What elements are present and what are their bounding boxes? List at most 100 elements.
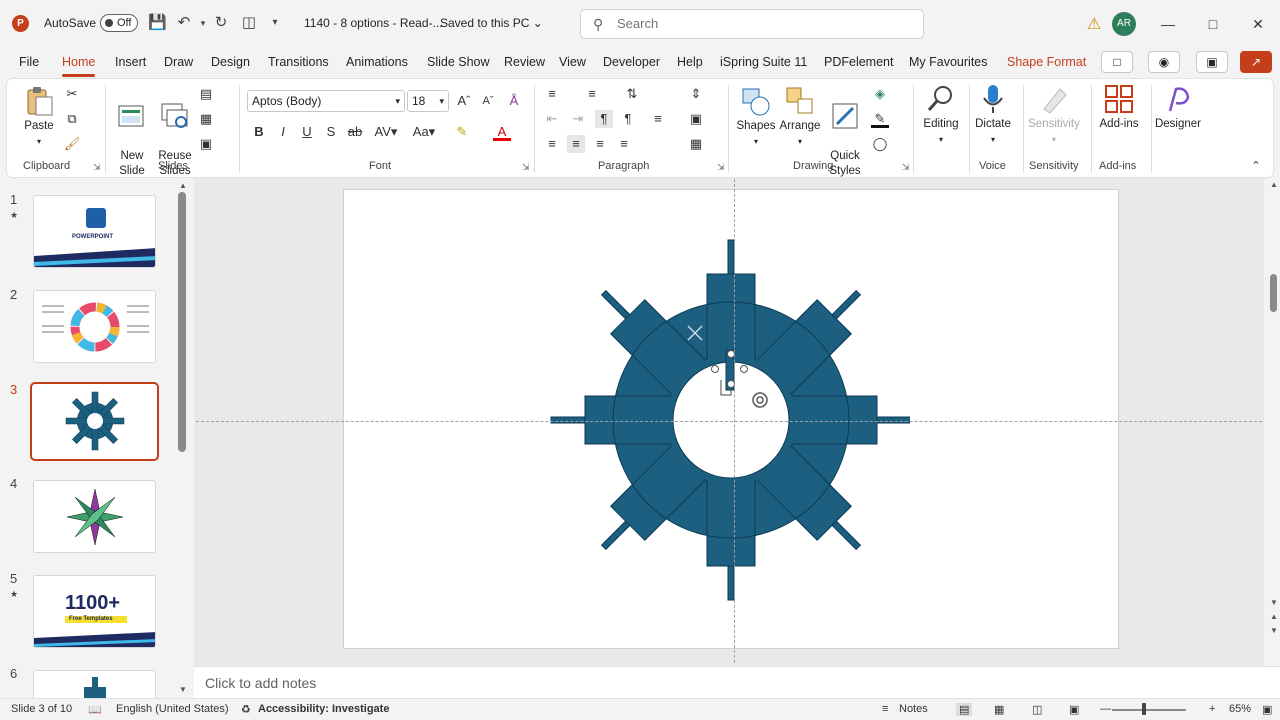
text-direction-icon[interactable]: ⇕ <box>687 85 705 103</box>
reset-icon[interactable]: ▦ <box>197 110 215 128</box>
minimize-button[interactable]: — <box>1156 12 1180 36</box>
format-painter-icon[interactable]: 🖌 <box>63 135 81 153</box>
slide-thumbnail-4[interactable] <box>33 480 156 553</box>
shadow-icon[interactable]: S <box>322 123 340 141</box>
font-name-select[interactable]: Aptos (Body) ▾ <box>247 90 405 112</box>
tab-help[interactable]: Help <box>677 55 703 69</box>
italic-icon[interactable]: I <box>274 123 292 141</box>
tab-ispring[interactable]: iSpring Suite 11 <box>720 55 807 69</box>
ltr-icon[interactable]: ¶ <box>619 110 637 128</box>
font-color-icon[interactable]: A <box>493 123 511 141</box>
reading-view-icon[interactable]: ◫ <box>1032 703 1042 716</box>
collapse-ribbon-icon[interactable]: ⌃ <box>1247 157 1265 175</box>
dictate-button[interactable]: Dictate ▾ <box>973 83 1013 147</box>
comments-button[interactable]: □ <box>1101 51 1133 73</box>
tab-file[interactable]: File <box>19 55 39 69</box>
tab-draw[interactable]: Draw <box>164 55 193 69</box>
tab-view[interactable]: View <box>559 55 586 69</box>
strikethrough-icon[interactable]: ab <box>346 123 364 141</box>
bullets-icon[interactable]: ≡ <box>543 85 561 103</box>
saved-status[interactable]: Saved to this PC ⌄ <box>440 16 543 30</box>
previous-slide-icon[interactable]: ▲ <box>1270 612 1278 621</box>
align-right-icon[interactable]: ≡ <box>591 135 609 153</box>
customize-toolbar-icon[interactable]: ▾ <box>266 14 284 32</box>
sensitivity-button[interactable]: Sensitivity ▾ <box>1027 83 1081 147</box>
font-launcher-icon[interactable]: ⇲ <box>522 162 530 173</box>
language-status[interactable]: English (United States) <box>116 703 229 715</box>
justify-icon[interactable]: ≡ <box>615 135 633 153</box>
slide-sorter-icon[interactable]: ▦ <box>994 703 1004 716</box>
tab-my-favourites[interactable]: My Favourites <box>909 55 988 69</box>
redo-icon[interactable]: ↻ <box>212 14 230 32</box>
slideshow-icon[interactable]: ▣ <box>1069 703 1079 716</box>
accessibility-icon[interactable]: ♻ <box>241 703 251 716</box>
layout-icon[interactable]: ▤ <box>197 85 215 103</box>
rtl-icon[interactable]: ¶ <box>595 110 613 128</box>
bold-icon[interactable]: B <box>250 123 268 141</box>
notes-icon[interactable]: ≡ <box>882 703 888 715</box>
shape-fill-icon[interactable]: ◈ <box>871 85 889 103</box>
tab-animations[interactable]: Animations <box>346 55 408 69</box>
underline-icon[interactable]: U <box>298 123 316 141</box>
increase-indent-icon[interactable]: ⇥ <box>569 110 587 128</box>
slide-thumbnail-3[interactable] <box>30 382 159 461</box>
record-button[interactable]: ◉ <box>1148 51 1180 73</box>
undo-dropdown-icon[interactable]: ▾ <box>194 14 212 32</box>
shape-outline-icon[interactable]: ✎ <box>871 110 889 128</box>
add-ins-button[interactable]: Add-ins <box>1095 83 1143 132</box>
numbering-icon[interactable]: ≡ <box>583 85 601 103</box>
thumbnail-scrollbar[interactable] <box>178 192 186 452</box>
align-center-icon[interactable]: ≡ <box>567 135 585 153</box>
clipboard-launcher-icon[interactable]: ⇲ <box>93 162 101 173</box>
scroll-up-icon[interactable]: ▲ <box>179 181 187 190</box>
change-case-icon[interactable]: Aa▾ <box>410 123 438 141</box>
highlight-icon[interactable]: ✎ <box>453 123 471 141</box>
tab-design[interactable]: Design <box>211 55 250 69</box>
paste-button[interactable]: Paste ▾ <box>19 85 59 149</box>
editor-scrollbar[interactable]: ▲ ▼ ▲ ▼ <box>1268 178 1280 666</box>
align-text-icon[interactable]: ▣ <box>687 110 705 128</box>
font-size-select[interactable]: 18 ▾ <box>407 90 449 112</box>
zoom-in-icon[interactable]: + <box>1209 703 1215 715</box>
increase-font-icon[interactable]: Aˆ <box>455 92 473 110</box>
notes-pane[interactable]: Click to add notes <box>194 666 1280 698</box>
present-teams-button[interactable]: ▣ <box>1196 51 1228 73</box>
shape-effects-icon[interactable]: ◯ <box>871 135 889 153</box>
maximize-button[interactable]: □ <box>1201 12 1225 36</box>
tab-insert[interactable]: Insert <box>115 55 146 69</box>
radial-diagram[interactable] <box>550 230 910 606</box>
search-box[interactable]: ⚲ <box>580 9 924 39</box>
autosave-toggle[interactable]: Off <box>100 14 138 32</box>
normal-view-icon[interactable]: ▤ <box>956 703 973 716</box>
next-slide-icon[interactable]: ▼ <box>1270 626 1278 635</box>
vertical-guide[interactable] <box>734 179 735 663</box>
editing-button[interactable]: Editing ▾ <box>919 83 963 147</box>
slide-thumbnail-6[interactable] <box>33 670 156 700</box>
zoom-slider[interactable] <box>1112 709 1186 711</box>
accessibility-status[interactable]: Accessibility: Investigate <box>258 703 389 715</box>
line-spacing-icon[interactable]: ⇅ <box>623 85 641 103</box>
spell-check-icon[interactable]: 📖 <box>88 703 102 716</box>
zoom-slider-thumb[interactable] <box>1142 703 1146 715</box>
scroll-up-icon[interactable]: ▲ <box>1270 180 1278 189</box>
fit-slide-icon[interactable]: ▣ <box>1262 703 1272 716</box>
tab-review[interactable]: Review <box>504 55 545 69</box>
warning-icon[interactable]: ⚠ <box>1087 14 1101 34</box>
paragraph-launcher-icon[interactable]: ⇲ <box>717 162 725 173</box>
save-icon[interactable]: 💾 <box>148 14 167 32</box>
tab-pdfelement[interactable]: PDFelement <box>824 55 893 69</box>
user-avatar[interactable]: AR <box>1112 12 1136 36</box>
scroll-down-icon[interactable]: ▼ <box>1270 598 1278 607</box>
slide-thumbnail-2[interactable] <box>33 290 156 363</box>
slide-thumbnail-1[interactable]: POWERPOINT <box>33 195 156 268</box>
tab-shape-format[interactable]: Shape Format <box>1007 55 1086 69</box>
tab-home[interactable]: Home <box>62 55 96 77</box>
undo-icon[interactable]: ↶ <box>175 14 193 32</box>
decrease-font-icon[interactable]: Aˇ <box>479 92 497 110</box>
align-left-icon[interactable]: ≡ <box>543 135 561 153</box>
section-icon[interactable]: ▣ <box>197 135 215 153</box>
scroll-down-icon[interactable]: ▼ <box>179 685 187 694</box>
drawing-launcher-icon[interactable]: ⇲ <box>902 162 910 173</box>
zoom-out-icon[interactable]: — <box>1100 703 1111 715</box>
present-icon[interactable]: ◫ <box>240 14 258 32</box>
